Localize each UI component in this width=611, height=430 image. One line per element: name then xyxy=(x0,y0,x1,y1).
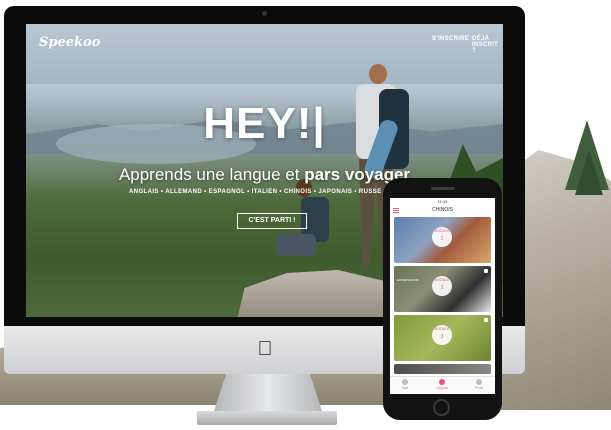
imac-stand-base xyxy=(197,411,337,425)
status-bar-time: 11:15 xyxy=(437,199,448,204)
app-title: CHINOIS xyxy=(432,207,453,213)
list-icon[interactable] xyxy=(402,379,408,385)
tab-profil[interactable]: Profil xyxy=(464,386,494,390)
camera-icon xyxy=(262,11,267,16)
pine-tree-small xyxy=(575,150,603,195)
module-card-partial[interactable] xyxy=(394,364,491,374)
person-icon[interactable] xyxy=(476,379,482,385)
speaker-grille xyxy=(431,187,455,190)
tab-lecons[interactable]: Leçons xyxy=(427,386,457,390)
module-badge: MODULE 2 xyxy=(432,276,452,296)
start-button[interactable]: C'EST PARTI ! xyxy=(237,213,307,229)
lock-icon xyxy=(484,269,488,273)
tab-mes[interactable]: Mes xyxy=(390,386,420,390)
module-badge: MODULE 1 xyxy=(432,227,452,247)
apple-logo-icon:  xyxy=(256,339,274,359)
hero-title: HEY!| xyxy=(203,99,326,148)
iphone-device: 11:15 CHINOIS MODULE 1 EXPRESSIONS MODULE… xyxy=(383,178,502,420)
app-screen: 11:15 CHINOIS MODULE 1 EXPRESSIONS MODULE… xyxy=(390,198,495,394)
signup-link[interactable]: S'INSCRIRE xyxy=(432,36,469,42)
module-card[interactable]: MODULE 1 xyxy=(394,217,491,263)
lock-icon xyxy=(484,318,488,322)
module-card[interactable]: MODULE 3 xyxy=(394,315,491,361)
site-logo[interactable]: Speekoo xyxy=(39,35,100,50)
login-link[interactable]: DÉJÀ INSCRIT ? xyxy=(472,36,503,54)
module-caption: EXPRESSIONS xyxy=(397,278,419,282)
home-button[interactable] xyxy=(433,399,450,416)
hero-languages: ANGLAIS • ALLEMAND • ESPAGNOL • ITALIEN … xyxy=(129,189,408,195)
module-badge: MODULE 3 xyxy=(432,325,452,345)
tab-bar: Mes Leçons Profil xyxy=(390,376,495,394)
hero-subtitle-plain: Apprends une langue et xyxy=(118,165,305,184)
location-pin-icon[interactable] xyxy=(439,379,445,385)
imac-stand xyxy=(213,374,323,414)
module-card[interactable]: EXPRESSIONS MODULE 2 xyxy=(394,266,491,312)
